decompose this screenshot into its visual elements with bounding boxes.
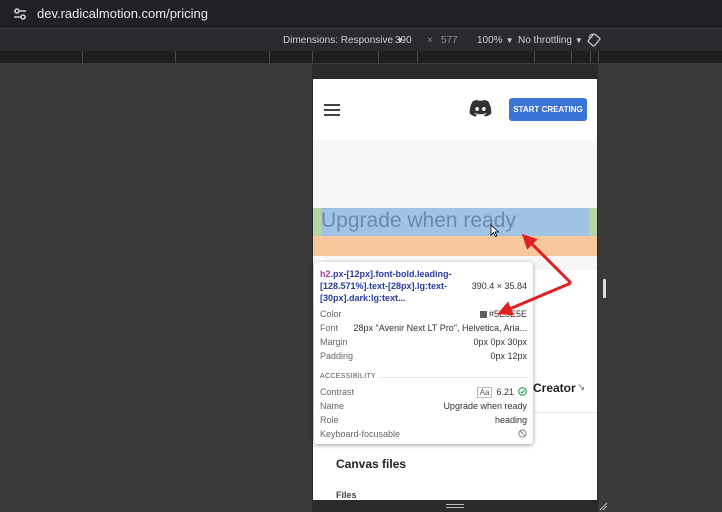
chevron-down-icon: ▼	[505, 36, 514, 45]
name-label: Name	[320, 401, 345, 411]
width-input[interactable]: 390	[395, 35, 412, 46]
dimension-separator: ×	[427, 35, 433, 46]
resize-handle-bottom[interactable]	[446, 504, 464, 509]
element-tag: h2	[320, 269, 331, 279]
padding-row: Padding 0px 12px	[320, 351, 527, 363]
keyboard-row: Keyboard-focusable	[320, 429, 527, 441]
keyboard-label: Keyboard-focusable	[320, 429, 401, 439]
mouse-cursor-icon	[490, 224, 500, 237]
rotate-icon[interactable]	[587, 33, 601, 47]
url-text[interactable]: dev.radicalmotion.com/pricing	[37, 6, 208, 21]
throttling-dropdown[interactable]: No throttling ▼	[518, 35, 583, 46]
element-selector: h2.px-[12px].font-bold.leading-[128.571%…	[320, 268, 470, 304]
throttling-label: No throttling	[518, 35, 572, 46]
resize-handle-right[interactable]	[603, 279, 606, 298]
not-allowed-icon	[518, 429, 527, 438]
element-size: 390.4 × 35.84	[471, 281, 527, 291]
discord-icon[interactable]	[469, 99, 492, 117]
check-circle-icon	[518, 387, 527, 396]
section-divider	[381, 377, 527, 378]
name-value: Upgrade when ready	[443, 401, 527, 411]
margin-bottom-highlight	[313, 236, 597, 256]
arrow-down-right-icon: ↘	[577, 382, 586, 393]
media-query-ruler	[0, 51, 722, 64]
dimensions-label: Dimensions: Responsive	[283, 35, 394, 46]
contrast-badge: Aa	[476, 387, 493, 398]
contrast-value: 6.21	[496, 387, 514, 397]
page-heading: Upgrade when ready	[321, 209, 516, 232]
chevron-down-icon: ▼	[574, 36, 583, 45]
files-label: Files	[336, 490, 357, 500]
start-creating-button[interactable]: START CREATING	[509, 98, 587, 121]
device-toolbar: Dimensions: Responsive ▼ 390 × 577 100% ▼ …	[0, 28, 722, 52]
color-row: Color #5E5E5E	[320, 309, 527, 321]
creator-plan-label[interactable]: Creator	[533, 381, 576, 395]
margin-value: 0px 0px 30px	[473, 337, 527, 347]
font-label: Font	[320, 323, 339, 333]
height-input[interactable]: 577	[441, 35, 458, 46]
color-label: Color	[320, 309, 342, 319]
color-swatch	[479, 311, 487, 318]
inspect-tooltip: h2.px-[12px].font-bold.leading-[128.571%…	[314, 262, 533, 444]
zoom-label: 100%	[477, 35, 503, 46]
contrast-row: Contrast Aa 6.21	[320, 387, 527, 399]
role-value: heading	[494, 415, 527, 425]
role-label: Role	[320, 415, 339, 425]
font-value: 28px "Avenir Next LT Pro", Helvetica, Ar…	[353, 323, 527, 333]
accessibility-heading: ACCESSIBILITY	[320, 373, 377, 380]
address-bar[interactable]: dev.radicalmotion.com/pricing	[0, 0, 722, 28]
name-row: Name Upgrade when ready	[320, 401, 527, 413]
padding-label: Padding	[320, 351, 354, 361]
font-row: Font 28px "Avenir Next LT Pro", Helvetic…	[320, 323, 527, 335]
menu-icon[interactable]	[324, 104, 340, 116]
margin-label: Margin	[320, 337, 348, 347]
element-classes: .px-[12px].font-bold.leading-[128.571%].…	[320, 269, 452, 303]
role-row: Role heading	[320, 415, 527, 427]
contrast-label: Contrast	[320, 387, 355, 397]
margin-row: Margin 0px 0px 30px	[320, 337, 527, 349]
site-settings-icon[interactable]	[12, 6, 28, 22]
color-value: #5E5E5E	[488, 309, 527, 319]
padding-value: 0px 12px	[490, 351, 527, 361]
canvas-files-heading: Canvas files	[336, 457, 407, 471]
zoom-dropdown[interactable]: 100% ▼	[477, 35, 514, 46]
dimensions-dropdown[interactable]: Dimensions: Responsive ▼	[283, 35, 404, 46]
resize-handle-corner[interactable]	[599, 502, 608, 511]
